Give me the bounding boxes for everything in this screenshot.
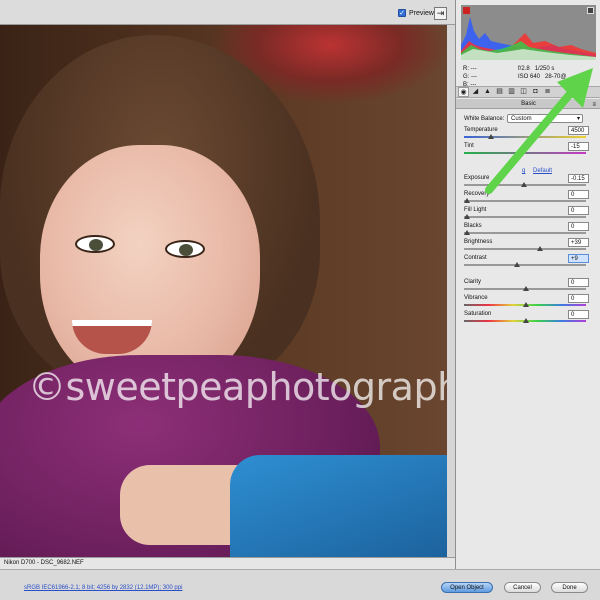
slider-brightness: Brightness +39 xyxy=(464,238,589,253)
highlight-clipping-toggle[interactable] xyxy=(587,7,594,14)
photo-blue-object xyxy=(230,455,447,557)
slider-label: Brightness xyxy=(464,239,493,245)
slider-label: Fill Light xyxy=(464,207,487,213)
bottom-bar: sRGB IEC61966-2.1; 8 bit; 4256 by 2832 (… xyxy=(0,569,600,600)
slider-track[interactable] xyxy=(464,216,586,218)
slider-track[interactable] xyxy=(464,200,586,202)
slider-label: Clarity xyxy=(464,279,482,285)
slider-value-field[interactable]: +9 xyxy=(568,254,589,263)
slider-thumb[interactable] xyxy=(464,230,470,235)
slider-track[interactable] xyxy=(464,248,586,250)
slider-thumb[interactable] xyxy=(523,318,529,323)
arrow-shaft xyxy=(485,84,579,194)
slider-thumb[interactable] xyxy=(523,302,529,307)
annotation-arrow xyxy=(485,68,593,194)
slider-label: Saturation xyxy=(464,311,492,317)
shadow-clipping-toggle[interactable] xyxy=(463,7,470,14)
watermark: ©sweetpeaphotography xyxy=(28,365,447,409)
histogram-graph xyxy=(461,17,596,60)
slider-label: Blacks xyxy=(464,223,482,229)
slider-value-field[interactable]: 0 xyxy=(568,278,589,287)
slider-thumb[interactable] xyxy=(464,198,470,203)
preview-label: Preview xyxy=(409,9,434,17)
slider-vibrance: Vibrance 0 xyxy=(464,294,589,309)
slider-value-field[interactable]: 0 xyxy=(568,294,589,303)
image-preview[interactable]: ©sweetpeaphotography xyxy=(0,25,447,557)
cancel-button[interactable]: Cancel xyxy=(504,582,541,593)
slider-fill-light: Fill Light 0 xyxy=(464,206,589,221)
open-object-button[interactable]: Open Object xyxy=(441,582,493,593)
slider-blacks: Blacks 0 xyxy=(464,222,589,237)
top-toolbar: ✓ Preview ⇥ xyxy=(0,0,455,25)
slider-thumb[interactable] xyxy=(523,286,529,291)
slider-clarity: Clarity 0 xyxy=(464,278,589,293)
g-label: G: xyxy=(463,74,470,80)
preview-toggle[interactable]: ✓ Preview xyxy=(398,9,434,17)
preview-checkbox[interactable]: ✓ xyxy=(398,9,406,17)
camera-info: Nikon D700 - DSC_9682.NEF xyxy=(0,557,455,569)
slider-thumb[interactable] xyxy=(513,262,520,267)
photo-eye-left xyxy=(75,235,115,253)
slider-saturation: Saturation 0 xyxy=(464,310,589,325)
basic-tab-icon[interactable]: ◉ xyxy=(458,87,469,97)
slider-label: Tint xyxy=(464,143,474,149)
slider-label: Vibrance xyxy=(464,295,488,301)
slider-value-field[interactable]: +39 xyxy=(568,238,589,247)
slider-value-field[interactable]: 0 xyxy=(568,206,589,215)
toggle-fullscreen-button[interactable]: ⇥ xyxy=(434,7,447,20)
histogram xyxy=(461,5,596,60)
slider-contrast: Contrast +9 xyxy=(464,254,589,269)
r-label: R: xyxy=(463,66,469,72)
slider-value-field[interactable]: 0 xyxy=(568,222,589,231)
done-button[interactable]: Done xyxy=(551,582,588,593)
watermark-text: sweetpeaphotography xyxy=(65,365,448,409)
workflow-options-link[interactable]: sRGB IEC61966-2.1; 8 bit; 4256 by 2832 (… xyxy=(24,585,182,591)
slider-track[interactable] xyxy=(464,264,586,266)
slider-thumb[interactable] xyxy=(464,214,470,219)
slider-track[interactable] xyxy=(464,232,586,234)
photo-eye-right xyxy=(165,240,205,258)
slider-value-field[interactable]: 0 xyxy=(568,310,589,319)
slider-label: Contrast xyxy=(464,255,487,261)
slider-thumb[interactable] xyxy=(537,246,544,251)
